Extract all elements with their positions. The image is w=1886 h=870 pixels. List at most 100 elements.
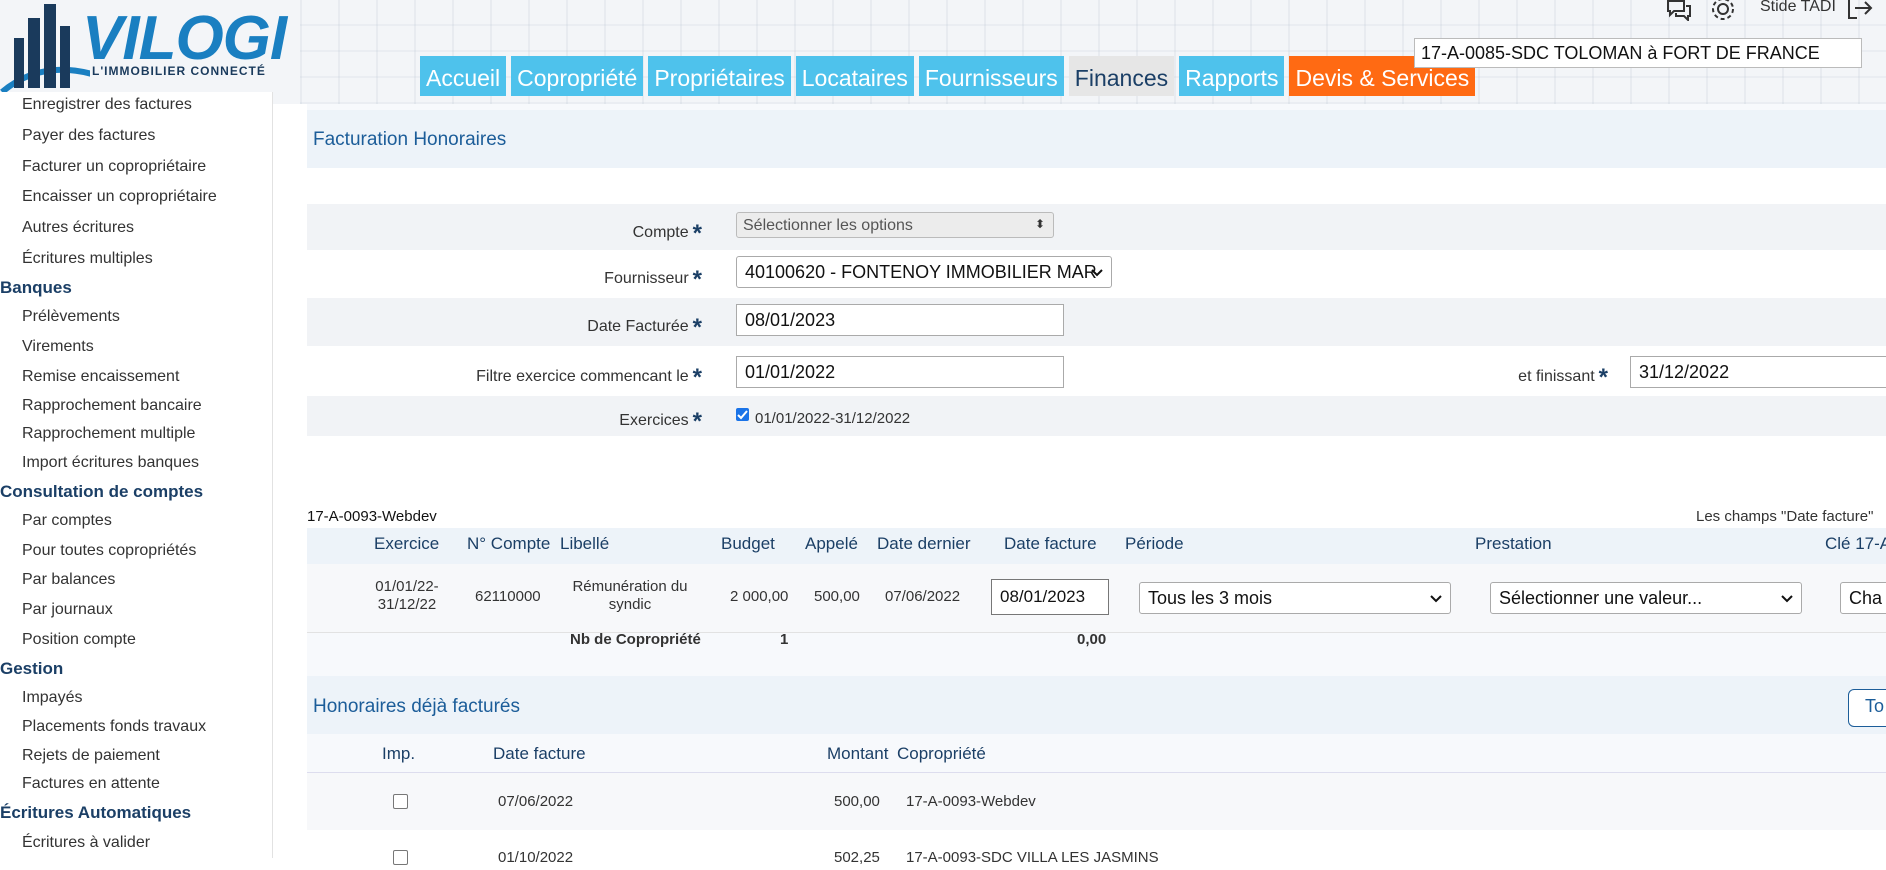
periode-select[interactable]: Tous les 3 mois [1139,582,1451,614]
condo-selector[interactable]: 17-A-0085-SDC TOLOMAN à FORT DE FRANCE [1414,38,1862,68]
form-band-spacer [307,436,1886,516]
already-title: Honoraires déjà facturés [313,696,520,717]
sidebar-item-import-ecritures-banques[interactable]: Import écritures banques [22,454,199,472]
col-exercice: Exercice [374,534,440,553]
logo-tagline: L'IMMOBILIER CONNECTÉ [92,64,266,78]
col-appele: Appelé [805,534,858,553]
form-band-date [307,298,1886,346]
sidebar-item-impayes[interactable]: Impayés [22,689,82,707]
cell-copropriete: 17-A-0093-Webdev [906,793,1036,810]
col-cle: Clé 17-A [1825,534,1886,553]
sidebar-item-autres-ecritures[interactable]: Autres écritures [22,219,134,237]
fournisseur-value: 40100620 - FONTENOY IMMOBILIER MAR [745,262,1097,282]
exercice-checkbox[interactable] [736,408,749,421]
sidebar-item-factures-attente[interactable]: Factures en attente [22,775,160,793]
logo-text: VILOGI [82,4,287,73]
form-band-compte [307,204,1886,250]
col-budget: Budget [721,534,775,553]
sidebar-section-gestion[interactable]: Gestion [0,659,63,679]
exercice-option-label: 01/01/2022-31/12/2022 [755,410,911,427]
date-facture-input[interactable]: 08/01/2023 [991,579,1109,615]
main-content: Facturation Honoraires Compte * Sélection… [307,104,1886,870]
nav-tab-proprietaires[interactable]: Propriétaires [648,56,791,96]
col-compte: N° Compte [467,534,551,553]
gear-icon[interactable] [1710,0,1736,22]
fournisseur-label: Fournisseur * [604,266,702,293]
cell-date-dernier: 07/06/2022 [885,588,961,605]
fournisseur-select[interactable]: 40100620 - FONTENOY IMMOBILIER MAR [736,256,1112,288]
col-montant: Montant [827,744,889,763]
sidebar-item-par-journaux[interactable]: Par journaux [22,601,113,619]
sidebar-item-prelevements[interactable]: Prélèvements [22,308,120,326]
cell-montant: 500,00 [834,793,880,810]
sidebar-section-consultation[interactable]: Consultation de comptes [0,482,203,502]
sidebar-item-rapprochement-multiple[interactable]: Rapprochement multiple [22,425,195,443]
prestation-select[interactable]: Sélectionner une valeur... [1490,582,1802,614]
sidebar-item-placements-fonds-travaux[interactable]: Placements fonds travaux [22,718,206,736]
exercices-label: Exercices * [619,408,702,435]
col-prestation: Prestation [1475,534,1552,553]
sidebar-item-encaisser-coproprietaire[interactable]: Encaisser un copropriétaire [22,188,217,206]
imp-checkbox[interactable] [393,794,408,809]
building-logo-icon [0,4,90,95]
sidebar-item-ecritures-multiples[interactable]: Écritures multiples [22,250,153,268]
sidebar-section-ecritures-auto[interactable]: Écritures Automatiques [0,803,191,823]
compte-select[interactable]: Sélectionner les options ⬍ [736,212,1054,238]
cle-select[interactable]: Cha [1840,582,1886,614]
cell-exercice: 01/01/22- 31/12/22 [375,578,439,613]
footer-count: 1 [780,631,789,648]
sidebar-item-facturer-coproprietaire[interactable]: Facturer un copropriétaire [22,158,206,176]
col-imp: Imp. [382,744,416,763]
sidebar-item-rapprochement-bancaire[interactable]: Rapprochement bancaire [22,397,202,415]
nav-tab-accueil[interactable]: Accueil [420,56,507,96]
logout-icon[interactable] [1845,0,1875,22]
chat-icon[interactable] [1664,0,1692,21]
title-band [307,110,1886,168]
chevron-down-icon [1430,595,1442,603]
filtre-fin-input[interactable]: 31/12/2022 [1630,356,1886,388]
sidebar-item-par-comptes[interactable]: Par comptes [22,512,112,530]
chevron-down-icon [1781,595,1793,603]
prestation-value: Sélectionner une valeur... [1499,588,1703,608]
checkmark-icon [737,410,748,420]
sidebar-item-remise-encaissement[interactable]: Remise encaissement [22,368,179,386]
footer-total: 0,00 [1077,631,1107,648]
col-libelle: Libellé [560,534,610,553]
cell-appele: 500,00 [814,588,860,605]
filtre-label: Filtre exercice commencant le * [476,364,702,391]
sidebar-section-banques[interactable]: Banques [0,278,72,298]
nav-tab-copropriete[interactable]: Copropriété [511,56,644,96]
cell-libelle: Rémunération du syndic [572,578,688,613]
vilogi-logo[interactable]: VILOGI L'IMMOBILIER CONNECTÉ [0,0,320,100]
date-facturee-label: Date Facturée * [587,314,702,341]
filtre-debut-input[interactable]: 01/01/2022 [736,356,1064,388]
sidebar-item-rejets-paiement[interactable]: Rejets de paiement [22,747,160,765]
sidebar-item-ecritures-a-valider[interactable]: Écritures à valider [22,834,150,852]
main-nav: Accueil Copropriété Propriétaires Locata… [420,56,1476,96]
col-date-facture: Date facture [1004,534,1097,553]
sidebar-item-toutes-coproprietes[interactable]: Pour toutes copropriétés [22,542,196,560]
sidebar-item-virements[interactable]: Virements [22,338,94,356]
nav-tab-rapports[interactable]: Rapports [1179,56,1285,96]
col-copropriete: Copropriété [897,744,986,763]
nav-tab-finances[interactable]: Finances [1068,56,1175,96]
cell-budget: 2 000,00 [730,588,789,605]
chevron-down-icon [1091,269,1103,277]
sidebar-item-par-balances[interactable]: Par balances [22,571,115,589]
nav-tab-fournisseurs[interactable]: Fournisseurs [918,56,1064,96]
sidebar-item-position-compte[interactable]: Position compte [22,631,136,649]
sidebar-item-enregistrer-factures[interactable]: Enregistrer des factures [22,96,192,114]
date-facturee-input[interactable]: 08/01/2023 [736,304,1064,336]
sidebar-item-payer-factures[interactable]: Payer des factures [22,127,155,145]
periode-value: Tous les 3 mois [1148,588,1273,608]
tout-button[interactable]: To [1848,689,1886,727]
user-name[interactable]: Stide TADI [1760,0,1836,16]
header-icons [1664,0,1736,22]
footer-label: Nb de Copropriété [570,631,701,648]
nav-tab-locataires[interactable]: Locataires [795,56,914,96]
updown-caret-icon: ⬍ [1034,217,1045,231]
sidebar: Enregistrer des factures Payer des factu… [0,92,273,858]
already-band [307,676,1886,734]
col-periode: Période [1125,534,1184,553]
form-band-exercices [307,396,1886,436]
